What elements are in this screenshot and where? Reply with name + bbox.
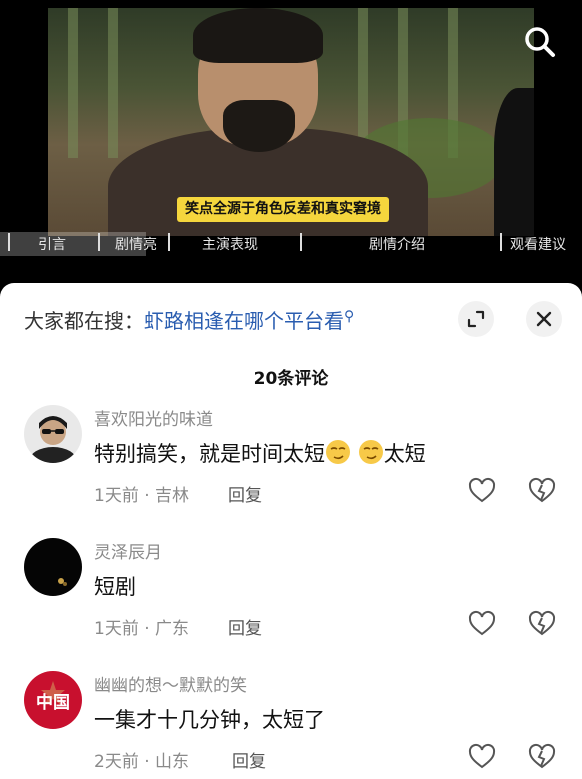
search-suggestion-link[interactable]: 虾路相逢在哪个平台看	[144, 309, 344, 333]
smirk-emoji-icon	[358, 440, 383, 464]
comment-username[interactable]: 幽幽的想～默默的笑	[94, 671, 247, 696]
broken-heart-icon[interactable]	[528, 610, 556, 638]
expand-icon	[467, 310, 485, 328]
reply-button[interactable]: 回复	[228, 481, 262, 506]
search-icon[interactable]	[520, 22, 560, 62]
comment-meta: 2天前 · 山东	[94, 752, 190, 772]
comment-meta: 1天前 · 广东	[94, 619, 190, 639]
comment-text: 短剧	[94, 575, 136, 599]
broken-heart-icon[interactable]	[528, 743, 556, 771]
chapter-intro[interactable]: 引言	[38, 234, 66, 254]
chapter-plot[interactable]: 剧情介绍	[369, 234, 425, 254]
avatar[interactable]	[24, 538, 82, 596]
smirk-emoji-icon	[326, 440, 350, 464]
comment-username[interactable]: 喜欢阳光的味道	[94, 405, 213, 430]
comment-panel: 大家都在搜：虾路相逢在哪个平台看⚲ 20条评论 喜欢阳光的味道 特别搞笑，就是时…	[0, 283, 582, 779]
avatar[interactable]: 中国	[24, 671, 82, 729]
comment-text: 特别搞笑，就是时间太短 太短	[94, 438, 426, 468]
search-suggestion-prefix: 大家都在搜：	[24, 309, 144, 333]
heart-icon[interactable]	[468, 477, 496, 505]
reply-button[interactable]: 回复	[232, 747, 266, 772]
heart-icon[interactable]	[468, 610, 496, 638]
comment-count: 20条评论	[253, 369, 329, 389]
comment-text: 一集才十几分钟，太短了	[94, 708, 325, 732]
search-suggestion[interactable]: 大家都在搜：虾路相逢在哪个平台看⚲	[24, 305, 354, 334]
broken-heart-icon[interactable]	[528, 477, 556, 505]
comment-username[interactable]: 灵泽辰月	[94, 538, 162, 563]
chapter-cast[interactable]: 主演表现	[202, 234, 258, 254]
avatar-logo-text: 中国	[36, 692, 70, 713]
close-button[interactable]	[526, 301, 562, 337]
comment-item: 灵泽辰月 短剧 1天前 · 广东 回复	[0, 538, 582, 668]
reply-button[interactable]: 回复	[228, 614, 262, 639]
comment-meta: 1天前 · 吉林	[94, 486, 190, 506]
comment-item: 喜欢阳光的味道 特别搞笑，就是时间太短 太短 1天前 · 吉林 回复	[0, 405, 582, 535]
chapter-highlights[interactable]: 剧情亮	[115, 234, 157, 254]
video-player[interactable]: 笑点全源于角色反差和真实窘境 引言 剧情亮 主演表现 剧情介绍 观看建议	[0, 0, 582, 283]
avatar[interactable]	[24, 405, 82, 463]
chapter-advice[interactable]: 观看建议	[510, 234, 566, 254]
video-subtitle: 笑点全源于角色反差和真实窘境	[177, 197, 389, 222]
heart-icon[interactable]	[468, 743, 496, 771]
close-icon	[536, 311, 552, 327]
chapter-bar: 引言 剧情亮 主演表现 剧情介绍 观看建议	[0, 232, 582, 256]
expand-button[interactable]	[458, 301, 494, 337]
comment-item: 中国 幽幽的想～默默的笑 一集才十几分钟，太短了 2天前 · 山东 回复	[0, 671, 582, 779]
search-small-icon: ⚲	[344, 308, 355, 325]
